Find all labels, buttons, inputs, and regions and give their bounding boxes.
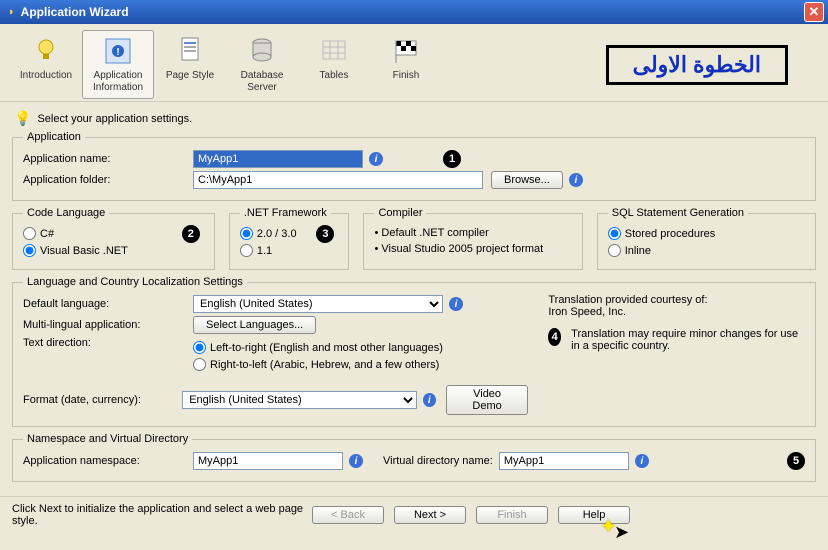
app-name-input[interactable] <box>193 150 363 168</box>
window-title: Application Wizard <box>21 5 129 19</box>
sqlgen-legend: SQL Statement Generation <box>608 207 748 219</box>
radio-stored-proc[interactable]: Stored procedures <box>608 227 805 240</box>
sqlgen-group: SQL Statement Generation Stored procedur… <box>597 207 816 270</box>
finish-button[interactable]: Finish <box>476 506 548 524</box>
info-icon[interactable]: i <box>569 173 583 187</box>
info-icon[interactable]: i <box>349 454 363 468</box>
radio-rtl[interactable]: Right-to-left (Arabic, Hebrew, and a few… <box>193 358 443 371</box>
translation-note: Translation may require minor changes fo… <box>571 328 805 352</box>
browse-button[interactable]: Browse... <box>491 171 563 189</box>
database-icon <box>246 35 278 67</box>
page-icon <box>174 35 206 67</box>
finish-flag-icon <box>390 35 422 67</box>
select-languages-button[interactable]: Select Languages... <box>193 316 316 334</box>
format-select[interactable]: English (United States) <box>182 391 417 409</box>
badge-1: 1 <box>443 150 461 168</box>
virtual-directory-input[interactable] <box>499 452 629 470</box>
radio-csharp[interactable]: C# <box>23 227 204 240</box>
application-legend: Application <box>23 131 85 143</box>
settings-hint: 💡 Select your application settings. <box>14 110 816 127</box>
info-icon[interactable]: i <box>635 454 649 468</box>
app-folder-input[interactable] <box>193 171 483 189</box>
step-application-information[interactable]: ! Application Information <box>82 30 154 99</box>
radio-fw-11[interactable]: 1.1 <box>240 244 339 257</box>
application-group: Application Application name: i 1 Applic… <box>12 131 816 201</box>
help-button[interactable]: Help <box>558 506 630 524</box>
compiler-group: Compiler Default .NET compiler Visual St… <box>363 207 582 270</box>
info-page-icon: ! <box>102 35 134 67</box>
namespace-group: Namespace and Virtual Directory Applicat… <box>12 433 816 482</box>
app-folder-label: Application folder: <box>23 174 193 186</box>
localization-legend: Language and Country Localization Settin… <box>23 276 247 288</box>
next-button[interactable]: Next > <box>394 506 466 524</box>
info-icon[interactable]: i <box>449 297 463 311</box>
arabic-step-label: الخطوة الاولى <box>606 45 788 85</box>
framework-group: .NET Framework 3 2.0 / 3.0 1.1 <box>229 207 350 270</box>
info-icon[interactable]: i <box>369 152 383 166</box>
window-icon: ◗ <box>8 6 15 18</box>
footer-message: Click Next to initialize the application… <box>12 503 312 527</box>
code-language-group: Code Language 2 C# Visual Basic .NET <box>12 207 215 270</box>
radio-inline[interactable]: Inline <box>608 244 805 257</box>
code-language-legend: Code Language <box>23 207 109 219</box>
step-introduction[interactable]: Introduction <box>10 30 82 87</box>
lightbulb-icon <box>30 35 62 67</box>
svg-text:!: ! <box>116 47 119 58</box>
app-name-label: Application name: <box>23 153 193 165</box>
hint-text: Select your application settings. <box>37 113 192 125</box>
wizard-steps-toolbar: Introduction ! Application Information P… <box>0 24 828 102</box>
back-button[interactable]: < Back <box>312 506 384 524</box>
namespace-input[interactable] <box>193 452 343 470</box>
default-lang-select[interactable]: English (United States) <box>193 295 443 313</box>
compiler-line1: Default .NET compiler <box>374 227 571 239</box>
step-page-style[interactable]: Page Style <box>154 30 226 87</box>
badge-4: 4 <box>548 328 561 346</box>
default-lang-label: Default language: <box>23 298 193 310</box>
ns-label: Application namespace: <box>23 455 193 467</box>
wizard-footer: Click Next to initialize the application… <box>0 496 828 527</box>
step-database-server[interactable]: Database Server <box>226 30 298 99</box>
close-button[interactable]: ✕ <box>804 2 824 22</box>
table-icon <box>318 35 350 67</box>
radio-vbnet[interactable]: Visual Basic .NET <box>23 244 204 257</box>
format-label: Format (date, currency): <box>23 394 182 406</box>
multi-lang-label: Multi-lingual application: <box>23 319 193 331</box>
compiler-line2: Visual Studio 2005 project format <box>374 243 571 255</box>
compiler-legend: Compiler <box>374 207 426 219</box>
badge-2: 2 <box>182 225 200 243</box>
info-icon[interactable]: i <box>423 393 436 407</box>
framework-legend: .NET Framework <box>240 207 331 219</box>
titlebar: ◗ Application Wizard ✕ <box>0 0 828 24</box>
content-area: 💡 Select your application settings. Appl… <box>0 102 828 494</box>
namespace-legend: Namespace and Virtual Directory <box>23 433 192 445</box>
badge-5: 5 <box>787 452 805 470</box>
radio-ltr[interactable]: Left-to-right (English and most other la… <box>193 341 443 354</box>
translation-courtesy-1: Translation provided courtesy of: <box>548 294 805 306</box>
textdir-label: Text direction: <box>23 337 193 349</box>
lightbulb-icon: 💡 <box>14 110 31 127</box>
step-tables[interactable]: Tables <box>298 30 370 87</box>
localization-group: Language and Country Localization Settin… <box>12 276 816 427</box>
badge-3: 3 <box>316 225 334 243</box>
step-finish[interactable]: Finish <box>370 30 442 87</box>
vd-label: Virtual directory name: <box>383 455 493 467</box>
video-demo-button[interactable]: Video Demo <box>446 385 529 415</box>
translation-courtesy-2: Iron Speed, Inc. <box>548 306 805 318</box>
